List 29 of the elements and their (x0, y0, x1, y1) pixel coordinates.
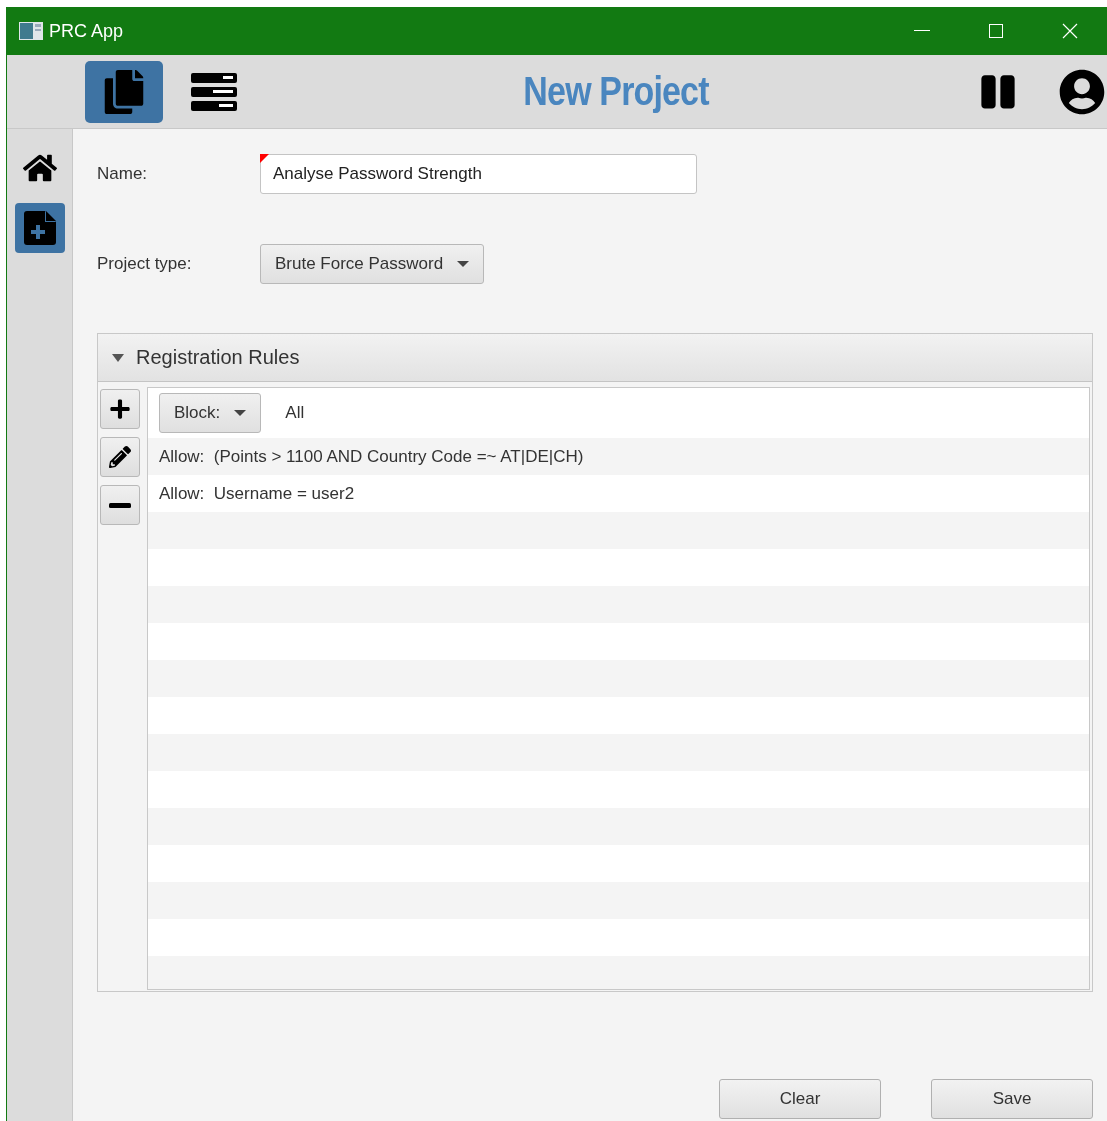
edit-button[interactable] (100, 437, 140, 477)
rule-value: All (285, 403, 305, 423)
project-type-dropdown[interactable]: Brute Force Password (260, 244, 485, 284)
remove-button[interactable] (100, 485, 140, 525)
toolbar-tab[interactable] (85, 60, 163, 123)
minus-icon (109, 502, 131, 508)
pencil-icon (109, 446, 131, 468)
field-label: Name: (97, 164, 149, 184)
save-button[interactable]: Save (931, 1079, 1093, 1119)
documents-icon (102, 69, 146, 114)
file-plus-icon (23, 211, 56, 245)
list-icon (191, 72, 237, 111)
sidebar-item[interactable] (14, 203, 65, 253)
maximize-icon (989, 24, 1003, 38)
plus-icon (109, 398, 131, 420)
name-field[interactable]: Analyse Password Strength (260, 154, 697, 194)
window-title: PRC App (49, 20, 125, 42)
user-button[interactable] (1059, 68, 1105, 115)
minimize-icon (914, 30, 930, 32)
pause-button[interactable] (979, 72, 1017, 111)
close-icon (1062, 23, 1078, 39)
clear-button[interactable]: Clear (719, 1079, 881, 1119)
add-button[interactable] (100, 389, 140, 429)
action-dropdown[interactable]: Block: (159, 393, 262, 433)
field-label: Project type: (97, 254, 193, 274)
page-title: New Project (522, 69, 710, 114)
pause-icon (979, 72, 1017, 111)
app-icon (19, 22, 43, 40)
user-icon (1059, 68, 1105, 115)
